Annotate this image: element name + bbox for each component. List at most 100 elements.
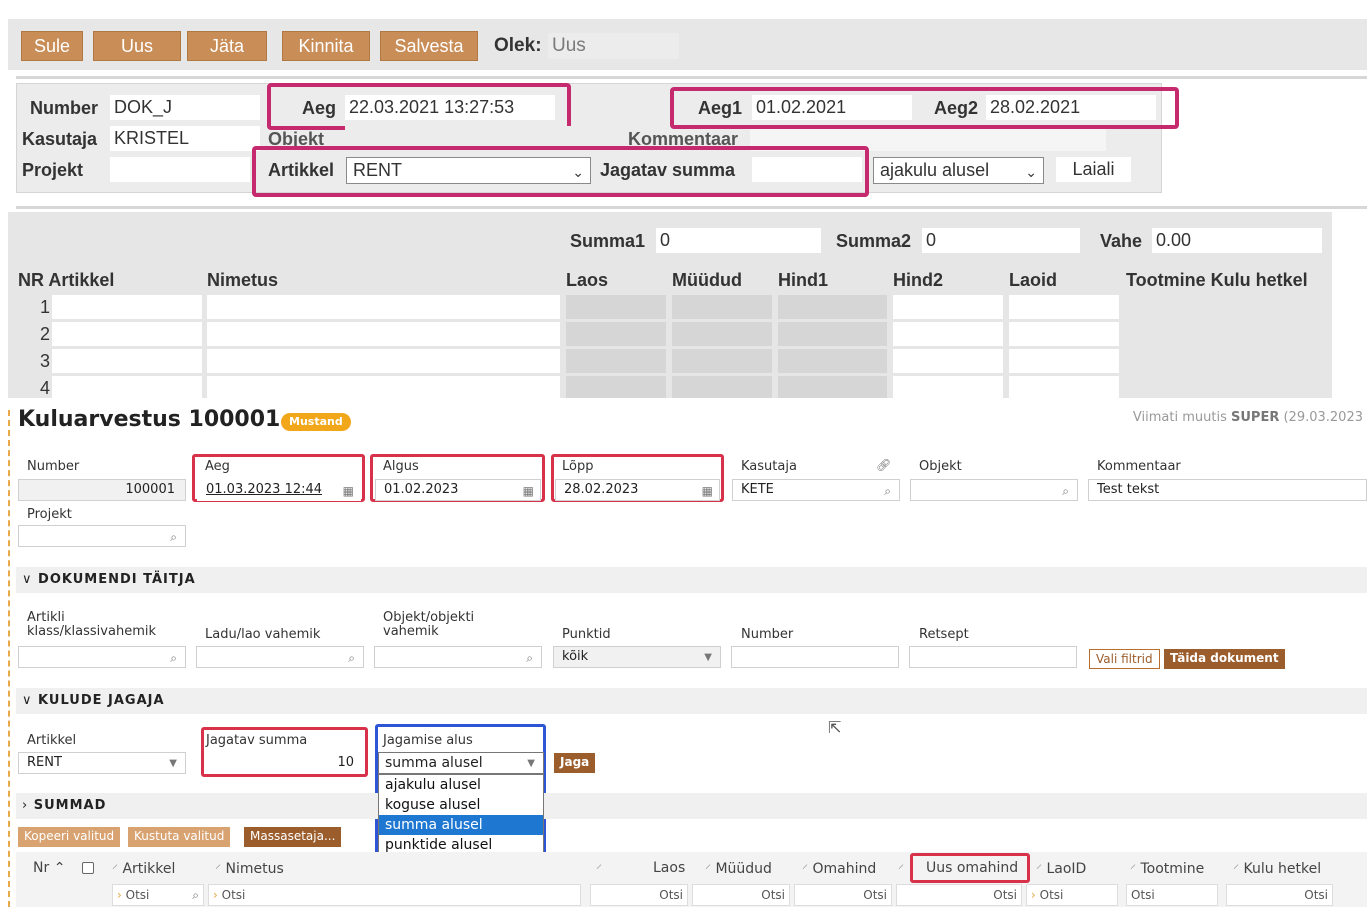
option-ajakulu[interactable]: ajakulu alusel	[379, 775, 543, 795]
jagatav-field[interactable]: 10	[205, 752, 363, 774]
old-aeg2-field[interactable]: 28.02.2021	[986, 95, 1156, 120]
old-cell-nimetus[interactable]	[207, 295, 560, 319]
kasutaja-field[interactable]: KETE ⌕	[732, 479, 900, 501]
old-artikkel-select[interactable]: RENT ⌄	[346, 157, 591, 184]
old-cell-hind1	[778, 295, 887, 319]
old-cell-artikkel[interactable]	[52, 349, 202, 373]
col-nr[interactable]: Nr ⌃	[33, 860, 65, 876]
old-discard-button[interactable]: Jäta	[187, 31, 267, 61]
search-icon[interactable]: ⌕	[348, 648, 355, 667]
col-laos-wrench[interactable]: ⸍	[596, 860, 602, 877]
taitja-number-field[interactable]	[731, 646, 899, 668]
old-cell-artikkel[interactable]	[52, 376, 202, 398]
old-cell-laoid[interactable]	[1009, 376, 1119, 398]
option-summa[interactable]: summa alusel	[379, 815, 543, 835]
mass-setter-button[interactable]: Massasetaja...	[244, 827, 342, 847]
vali-filtrid-button[interactable]: Vali filtrid	[1089, 649, 1160, 669]
col-tootmine[interactable]: ⸍ Tootmine	[1130, 860, 1204, 877]
jaga-button[interactable]: Jaga	[554, 753, 596, 773]
retsept-field[interactable]	[909, 646, 1077, 668]
old-cell-nimetus[interactable]	[207, 376, 560, 398]
old-laiali-button[interactable]: Laiali	[1056, 157, 1131, 182]
select-all-checkbox[interactable]	[82, 862, 94, 874]
option-koguse[interactable]: koguse alusel	[379, 795, 543, 815]
filter-tootmine-text: Otsi	[1131, 888, 1155, 902]
search-icon[interactable]: ⌕	[170, 527, 177, 546]
calendar-icon[interactable]: ▦	[702, 481, 713, 500]
filter-kulu-hetkel[interactable]: Otsi	[1226, 884, 1333, 906]
old-aeg1-field[interactable]: 01.02.2021	[752, 95, 912, 120]
old-cell-artikkel[interactable]	[52, 322, 202, 346]
search-icon[interactable]: ⌕	[192, 885, 199, 905]
old-cell-hind2[interactable]	[893, 322, 1003, 346]
filter-omahind[interactable]: Otsi	[794, 884, 892, 906]
filter-muudud[interactable]: Otsi	[692, 884, 790, 906]
col-uus-omahind[interactable]: Uus omahind	[926, 860, 1018, 876]
col-nimetus[interactable]: ⸍ Nimetus	[215, 860, 284, 877]
kommentaar-field[interactable]: Test tekst	[1088, 479, 1367, 501]
search-icon[interactable]: ⌕	[526, 648, 533, 667]
col-muudud[interactable]: ⸍ Müüdud	[705, 860, 772, 877]
old-cell-nimetus[interactable]	[207, 349, 560, 373]
chevron-down-icon: ∨	[22, 693, 33, 708]
objekt-vahemik-field[interactable]: ⌕	[374, 646, 542, 668]
number-field[interactable]: 100001	[18, 479, 186, 501]
col-uus-omahind-wrench[interactable]: ⸍	[898, 860, 904, 877]
old-save-button[interactable]: Salvesta	[380, 31, 478, 61]
ladu-field[interactable]: ⌕	[196, 646, 364, 668]
old-cell-laoid[interactable]	[1009, 322, 1119, 346]
col-omahind[interactable]: ⸍ Omahind	[802, 860, 876, 877]
taida-dokument-button[interactable]: Täida dokument	[1164, 649, 1285, 669]
search-icon[interactable]: ⌕	[170, 648, 177, 667]
copy-selected-button[interactable]: Kopeeri valitud	[18, 827, 121, 847]
old-cell-nimetus[interactable]	[207, 322, 560, 346]
old-row-number: 4	[40, 378, 51, 398]
section-cost-distributor[interactable]: ∨ KULUDE JAGAJA	[16, 688, 1367, 714]
filter-tootmine[interactable]: Otsi	[1126, 884, 1218, 906]
punktid-select[interactable]: kõik ▼	[553, 646, 721, 668]
lopp-field[interactable]: 28.02.2023 ▦	[555, 479, 720, 501]
old-cell-laos	[566, 295, 666, 319]
old-cell-laoid[interactable]	[1009, 295, 1119, 319]
old-jagatav-field[interactable]	[752, 157, 862, 182]
col-artikkel[interactable]: ⸍ Artikkel	[112, 860, 175, 877]
old-aeg-field[interactable]: 22.03.2021 13:27:53	[345, 95, 555, 120]
delete-selected-button[interactable]: Kustuta valitud	[128, 827, 231, 847]
search-icon[interactable]: ⌕	[1062, 481, 1069, 500]
aeg-field[interactable]: 01.03.2023 12:44 ▦	[197, 479, 361, 501]
filter-nimetus[interactable]: › Otsi	[208, 884, 581, 906]
jagamise-alus-select[interactable]: summa alusel ▼	[378, 752, 544, 774]
col-laoid[interactable]: ⸍ LaoID	[1036, 860, 1086, 877]
old-new-button[interactable]: Uus	[93, 31, 181, 61]
punktid-value: kõik	[562, 649, 589, 664]
old-basis-select[interactable]: ajakulu alusel ⌄	[873, 157, 1044, 184]
old-confirm-button[interactable]: Kinnita	[282, 31, 370, 61]
link-icon[interactable]: 🔗︎	[876, 458, 891, 472]
section-sums[interactable]: › SUMMAD	[16, 793, 1367, 819]
projekt-field[interactable]: ⌕	[18, 525, 186, 547]
old-col-laos: Laos	[566, 270, 609, 290]
col-laos[interactable]: Laos	[653, 860, 685, 876]
filter-laos[interactable]: Otsi	[590, 884, 688, 906]
old-cell-artikkel[interactable]	[52, 295, 202, 319]
old-project-field[interactable]	[110, 157, 250, 182]
filter-artikkel[interactable]: › Otsi ⌕	[112, 884, 204, 906]
artikli-klass-field[interactable]: ⌕	[18, 646, 186, 668]
algus-field[interactable]: 01.02.2023 ▦	[375, 479, 541, 501]
old-close-button[interactable]: Sule	[21, 31, 83, 61]
col-kulu-hetkel[interactable]: ⸍ Kulu hetkel	[1233, 860, 1321, 877]
old-cell-hind2[interactable]	[893, 349, 1003, 373]
calendar-icon[interactable]: ▦	[523, 481, 534, 500]
old-cell-hind2[interactable]	[893, 295, 1003, 319]
search-icon[interactable]: ⌕	[884, 481, 891, 500]
old-number-field[interactable]: DOK_J	[110, 95, 260, 120]
old-cell-laoid[interactable]	[1009, 349, 1119, 373]
calendar-icon[interactable]: ▦	[343, 481, 354, 500]
old-user-field[interactable]: KRISTEL	[110, 126, 260, 151]
filter-laoid[interactable]: › Otsi	[1026, 884, 1118, 906]
jagaja-artikkel-select[interactable]: RENT ▼	[18, 752, 186, 774]
old-cell-hind2[interactable]	[893, 376, 1003, 398]
objekt-field[interactable]: ⌕	[910, 479, 1078, 501]
section-document-filler[interactable]: ∨ DOKUMENDI TÄITJA	[16, 567, 1367, 593]
filter-uus-omahind[interactable]: Otsi	[896, 884, 1022, 906]
